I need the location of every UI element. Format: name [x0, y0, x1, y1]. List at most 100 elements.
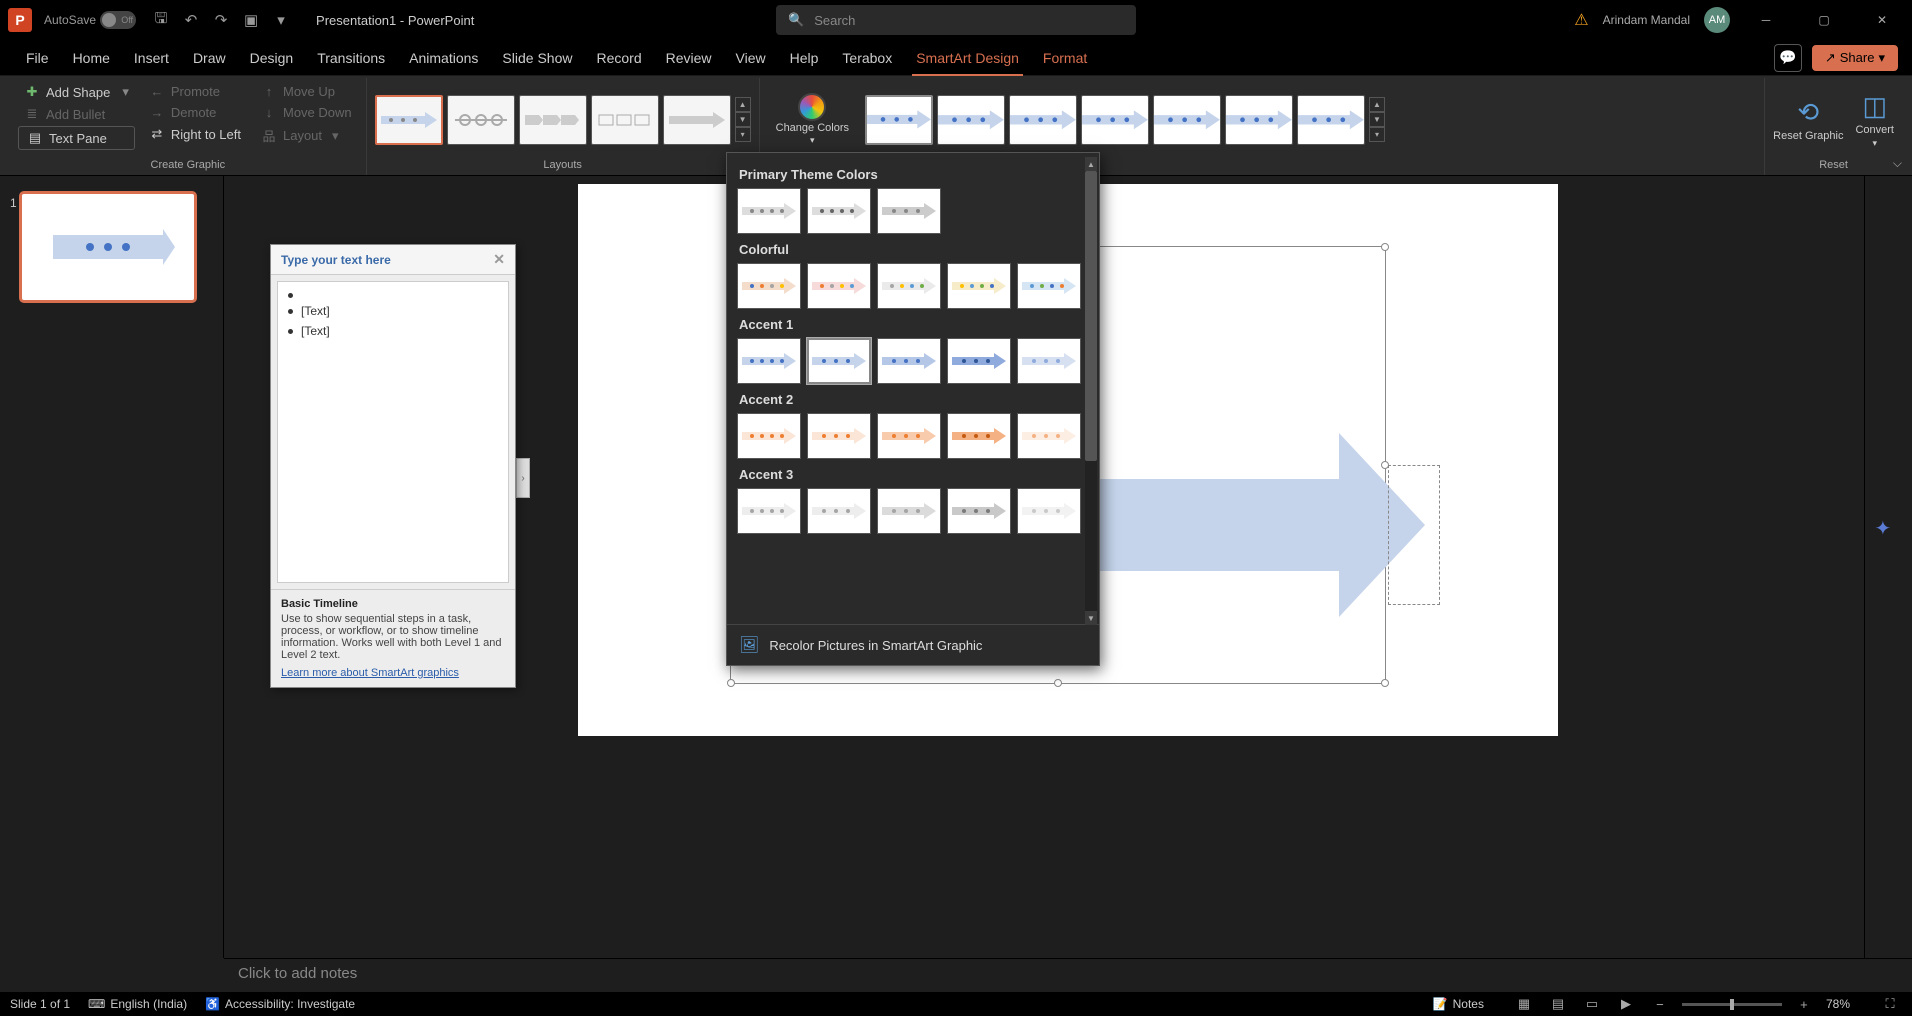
- textpane-list[interactable]: [Text] [Text]: [277, 281, 509, 583]
- color-swatch-primary-2[interactable]: [807, 188, 871, 234]
- color-swatch-accent3-3[interactable]: [877, 488, 941, 534]
- notes-toggle-button[interactable]: 📝Notes: [1433, 997, 1484, 1011]
- language-status[interactable]: ⌨English (India): [88, 997, 187, 1011]
- close-button[interactable]: ✕: [1860, 0, 1904, 40]
- textpane-bullet-2[interactable]: [Text]: [286, 301, 500, 321]
- layout-thumb-5[interactable]: [663, 95, 731, 145]
- style-thumb-7[interactable]: [1297, 95, 1365, 145]
- layouts-gallery-more[interactable]: ▾: [735, 127, 751, 142]
- scroll-thumb[interactable]: [1085, 171, 1097, 461]
- color-swatch-accent1-4[interactable]: [947, 338, 1011, 384]
- styles-gallery-down[interactable]: ▼: [1369, 112, 1385, 127]
- text-pane-button[interactable]: ▤Text Pane: [18, 126, 135, 150]
- tab-animations[interactable]: Animations: [397, 40, 490, 76]
- style-thumb-5[interactable]: [1153, 95, 1221, 145]
- reading-view-button[interactable]: ▭: [1580, 994, 1604, 1014]
- tab-format[interactable]: Format: [1031, 40, 1099, 76]
- color-swatch-accent3-1[interactable]: [737, 488, 801, 534]
- tab-view[interactable]: View: [724, 40, 778, 76]
- normal-view-button[interactable]: ▦: [1512, 994, 1536, 1014]
- color-swatch-accent2-2[interactable]: [807, 413, 871, 459]
- tab-home[interactable]: Home: [61, 40, 122, 76]
- collapse-ribbon-button[interactable]: ⌵: [1893, 156, 1902, 171]
- save-icon[interactable]: 🖫: [147, 6, 175, 34]
- user-avatar[interactable]: AM: [1704, 7, 1730, 33]
- color-swatch-colorful-3[interactable]: [877, 263, 941, 309]
- textpane-collapse-handle[interactable]: ›: [516, 458, 530, 498]
- warning-icon[interactable]: ⚠: [1574, 10, 1588, 30]
- undo-icon[interactable]: ↶: [177, 6, 205, 34]
- color-swatch-accent3-2[interactable]: [807, 488, 871, 534]
- textpane-bullet-3[interactable]: [Text]: [286, 321, 500, 341]
- tab-record[interactable]: Record: [584, 40, 653, 76]
- convert-button[interactable]: ◫ Convert ▾: [1855, 91, 1894, 149]
- redo-icon[interactable]: ↷: [207, 6, 235, 34]
- style-thumb-2[interactable]: [937, 95, 1005, 145]
- right-to-left-button[interactable]: ⇄Right to Left: [143, 124, 247, 144]
- scroll-up-arrow[interactable]: ▲: [1085, 157, 1097, 171]
- color-swatch-colorful-2[interactable]: [807, 263, 871, 309]
- scroll-down-arrow[interactable]: ▼: [1085, 611, 1097, 625]
- quickaccess-more-icon[interactable]: ▾: [267, 6, 295, 34]
- slideshow-view-button[interactable]: ▶: [1614, 994, 1638, 1014]
- recolor-pictures-button[interactable]: 🖼 Recolor Pictures in SmartArt Graphic: [727, 624, 1099, 665]
- zoom-level[interactable]: 78%: [1826, 997, 1850, 1011]
- style-thumb-6[interactable]: [1225, 95, 1293, 145]
- zoom-out-button[interactable]: −: [1648, 994, 1672, 1014]
- color-swatch-accent2-5[interactable]: [1017, 413, 1081, 459]
- minimize-button[interactable]: ─: [1744, 0, 1788, 40]
- color-swatch-accent2-1[interactable]: [737, 413, 801, 459]
- selection-handle[interactable]: [727, 679, 735, 687]
- dropdown-scrollbar[interactable]: ▲ ▼: [1085, 157, 1097, 625]
- color-swatch-accent3-5[interactable]: [1017, 488, 1081, 534]
- tab-transitions[interactable]: Transitions: [305, 40, 397, 76]
- layout-thumb-4[interactable]: [591, 95, 659, 145]
- layouts-gallery-up[interactable]: ▲: [735, 97, 751, 112]
- selection-handle[interactable]: [1381, 679, 1389, 687]
- selection-handle[interactable]: [1381, 243, 1389, 251]
- tab-file[interactable]: File: [14, 40, 61, 76]
- color-swatch-accent2-4[interactable]: [947, 413, 1011, 459]
- selection-handle[interactable]: [1054, 679, 1062, 687]
- tab-help[interactable]: Help: [778, 40, 831, 76]
- comments-icon[interactable]: 💬: [1774, 44, 1802, 72]
- tab-slideshow[interactable]: Slide Show: [490, 40, 584, 76]
- layout-thumb-2[interactable]: [447, 95, 515, 145]
- styles-gallery-up[interactable]: ▲: [1369, 97, 1385, 112]
- tab-terabox[interactable]: Terabox: [830, 40, 904, 76]
- color-swatch-colorful-4[interactable]: [947, 263, 1011, 309]
- sorter-view-button[interactable]: ▤: [1546, 994, 1570, 1014]
- change-colors-button[interactable]: Change Colors ▾: [768, 89, 857, 150]
- autosave-toggle[interactable]: AutoSave Off: [44, 11, 136, 29]
- present-from-start-icon[interactable]: ▣: [237, 6, 265, 34]
- tab-insert[interactable]: Insert: [122, 40, 181, 76]
- color-swatch-primary-3[interactable]: [877, 188, 941, 234]
- textpane-learn-more-link[interactable]: Learn more about SmartArt graphics: [281, 667, 459, 679]
- color-swatch-accent1-2[interactable]: [807, 338, 871, 384]
- zoom-slider[interactable]: [1682, 1003, 1782, 1006]
- style-thumb-4[interactable]: [1081, 95, 1149, 145]
- reset-graphic-button[interactable]: ⟲ Reset Graphic: [1773, 97, 1843, 142]
- styles-gallery-more[interactable]: ▾: [1369, 127, 1385, 142]
- color-swatch-accent1-5[interactable]: [1017, 338, 1081, 384]
- color-swatch-colorful-5[interactable]: [1017, 263, 1081, 309]
- color-swatch-accent2-3[interactable]: [877, 413, 941, 459]
- slide-thumbnail-1[interactable]: [20, 192, 196, 302]
- notes-input[interactable]: Click to add notes: [224, 958, 1912, 992]
- color-swatch-primary-1[interactable]: [737, 188, 801, 234]
- designer-icon[interactable]: ✦: [1875, 516, 1903, 544]
- layout-thumb-1[interactable]: [375, 95, 443, 145]
- slide-count-status[interactable]: Slide 1 of 1: [10, 997, 70, 1011]
- tab-draw[interactable]: Draw: [181, 40, 238, 76]
- share-button[interactable]: ↗ Share ▾: [1812, 45, 1898, 71]
- tab-design[interactable]: Design: [238, 40, 306, 76]
- maximize-button[interactable]: ▢: [1802, 0, 1846, 40]
- color-swatch-colorful-1[interactable]: [737, 263, 801, 309]
- add-shape-button[interactable]: ✚Add Shape▾: [18, 82, 135, 102]
- accessibility-status[interactable]: ♿Accessibility: Investigate: [205, 997, 355, 1011]
- color-swatch-accent1-3[interactable]: [877, 338, 941, 384]
- textpane-bullet-1[interactable]: [286, 290, 500, 301]
- color-swatch-accent3-4[interactable]: [947, 488, 1011, 534]
- zoom-in-button[interactable]: +: [1792, 994, 1816, 1014]
- textpane-close-icon[interactable]: ✕: [493, 251, 505, 268]
